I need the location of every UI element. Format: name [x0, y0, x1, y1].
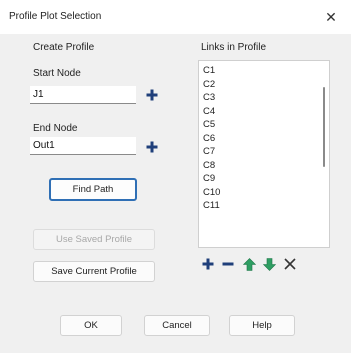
- minus-icon: [222, 262, 234, 266]
- find-path-button[interactable]: Find Path: [49, 178, 137, 201]
- start-node-select-button[interactable]: [145, 88, 159, 102]
- use-saved-profile-button[interactable]: Use Saved Profile: [33, 229, 155, 250]
- list-item[interactable]: C8: [199, 159, 329, 173]
- start-node-input[interactable]: [30, 86, 136, 104]
- list-item[interactable]: C9: [199, 172, 329, 186]
- clear-links-button[interactable]: [282, 256, 298, 272]
- list-item[interactable]: C10: [199, 186, 329, 200]
- help-button[interactable]: Help: [229, 315, 295, 336]
- list-item[interactable]: C6: [199, 132, 329, 146]
- add-link-button[interactable]: [200, 256, 216, 272]
- list-item[interactable]: C5: [199, 118, 329, 132]
- dialog-title: Profile Plot Selection: [9, 11, 102, 22]
- move-link-down-button[interactable]: [261, 256, 277, 272]
- links-list[interactable]: C1 C2 C3 C4 C5 C6 C7 C8 C9 C10 C11: [198, 60, 330, 248]
- title-bar: Profile Plot Selection ✕: [0, 0, 351, 34]
- save-current-profile-label: Save Current Profile: [51, 266, 137, 277]
- arrow-down-icon: [262, 257, 276, 271]
- end-node-select-button[interactable]: [145, 140, 159, 154]
- close-button[interactable]: ✕: [311, 0, 351, 34]
- find-path-label: Find Path: [72, 184, 114, 195]
- ok-button[interactable]: OK: [60, 315, 122, 336]
- move-link-up-button[interactable]: [241, 256, 257, 272]
- list-item[interactable]: C7: [199, 145, 329, 159]
- plus-icon: [202, 258, 214, 270]
- list-item[interactable]: C2: [199, 78, 329, 92]
- cancel-label: Cancel: [162, 320, 192, 331]
- list-item[interactable]: C3: [199, 91, 329, 105]
- end-node-label: End Node: [33, 123, 78, 134]
- ok-label: OK: [84, 320, 98, 331]
- save-current-profile-button[interactable]: Save Current Profile: [33, 261, 155, 282]
- list-item[interactable]: C4: [199, 105, 329, 119]
- list-scrollbar[interactable]: [323, 87, 325, 167]
- use-saved-profile-label: Use Saved Profile: [55, 234, 133, 245]
- close-icon: ✕: [325, 8, 337, 25]
- remove-link-button[interactable]: [220, 256, 236, 272]
- delete-x-icon: [284, 258, 296, 270]
- plus-icon: [146, 141, 158, 153]
- create-profile-heading: Create Profile: [33, 42, 95, 53]
- links-list-items: C1 C2 C3 C4 C5 C6 C7 C8 C9 C10 C11: [199, 61, 329, 213]
- end-node-input[interactable]: [30, 137, 136, 155]
- help-label: Help: [252, 320, 272, 331]
- arrow-up-icon: [242, 257, 256, 271]
- start-node-label: Start Node: [33, 68, 81, 79]
- plus-icon: [146, 89, 158, 101]
- cancel-button[interactable]: Cancel: [144, 315, 210, 336]
- list-item[interactable]: C11: [199, 199, 329, 213]
- links-in-profile-heading: Links in Profile: [201, 42, 267, 53]
- list-item[interactable]: C1: [199, 64, 329, 78]
- profile-plot-selection-dialog: Profile Plot Selection ✕ Create Profile …: [0, 0, 351, 353]
